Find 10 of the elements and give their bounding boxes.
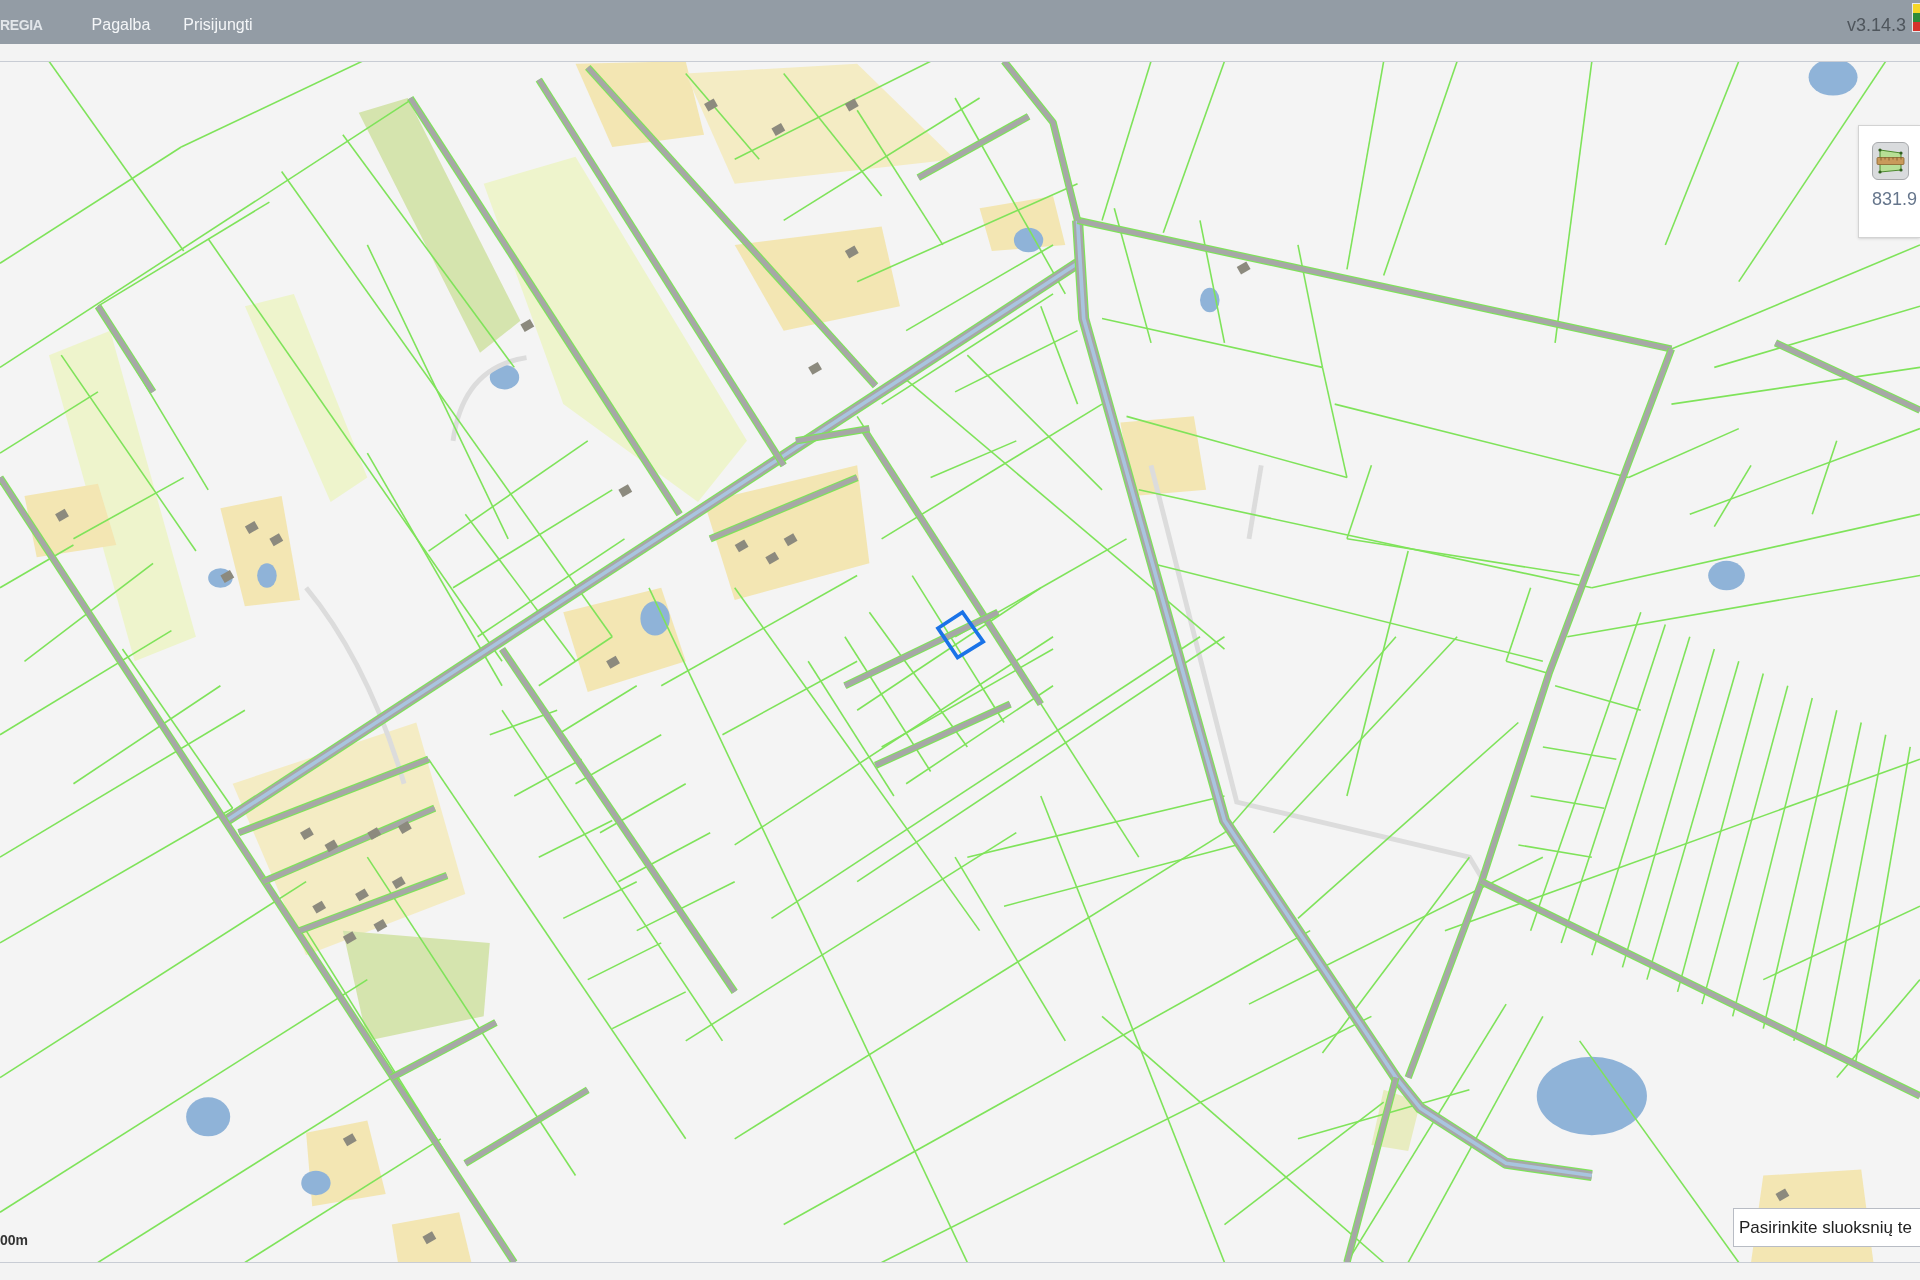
flag-icon[interactable] (1912, 3, 1920, 32)
ruler-icon (1876, 148, 1905, 174)
measure-value: 831.9 (1872, 189, 1918, 209)
scale-label: 00m (0, 1232, 29, 1248)
menu-link[interactable]: Pagalba (91, 16, 151, 34)
version-label: v3.14.3 (1846, 15, 1906, 35)
brand-label: REGIA (0, 17, 43, 33)
menu-link[interactable]: Prisijungti (183, 16, 253, 34)
measure-tool-button[interactable] (1872, 142, 1909, 180)
layer-hint-text: Pasirinkite sluoksnių te (1739, 1217, 1912, 1238)
